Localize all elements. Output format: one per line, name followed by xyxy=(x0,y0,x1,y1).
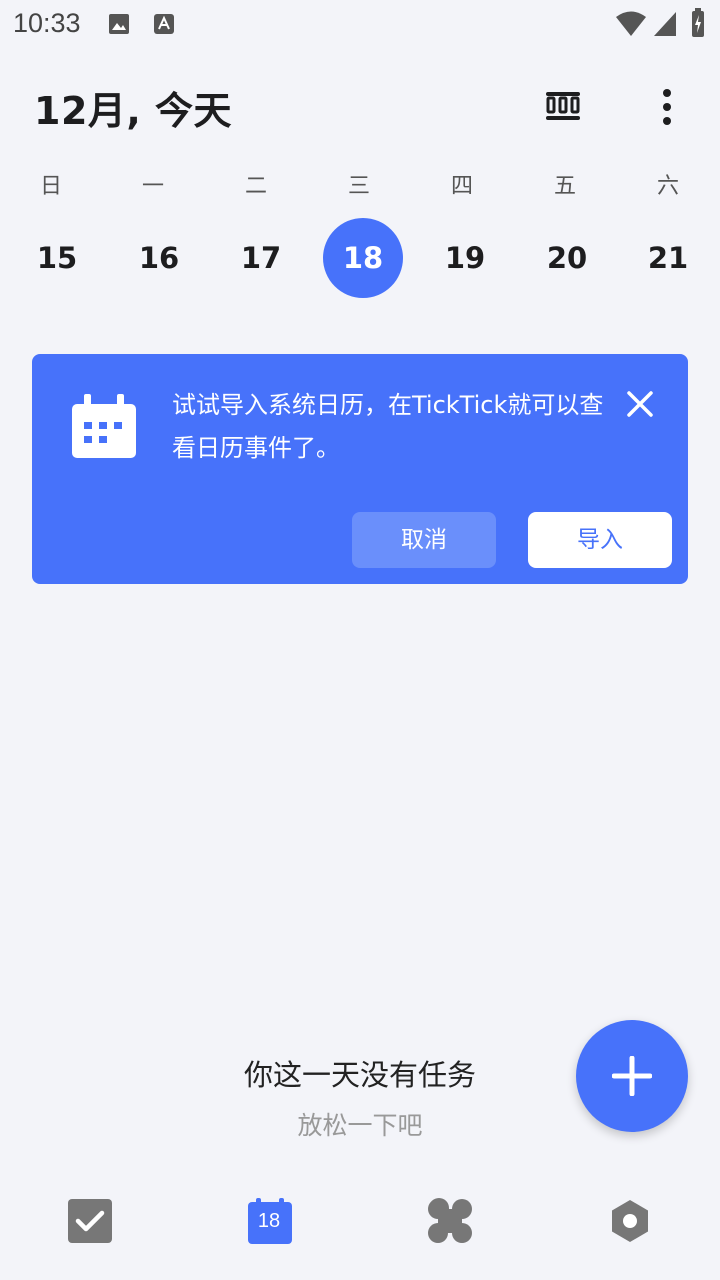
weekday-label: 二 xyxy=(244,174,267,199)
page-title: 12月, 今天 xyxy=(34,89,233,133)
hexagon-settings-icon xyxy=(612,1200,648,1242)
more-vertical-icon xyxy=(663,89,671,125)
date-cell[interactable]: 20 xyxy=(527,218,607,298)
status-time: 10:33 xyxy=(13,8,81,38)
accessibility-notification-icon xyxy=(154,14,174,34)
date-cell[interactable]: 16 xyxy=(119,218,199,298)
banner-message: 试试导入系统日历，在TickTick就可以查看日历事件了。 xyxy=(172,391,604,462)
weekday-label: 日 xyxy=(39,174,62,199)
date-cell[interactable]: 19 xyxy=(425,218,505,298)
close-icon xyxy=(627,391,653,417)
calendar-icon xyxy=(72,394,136,458)
date-cell-selected[interactable]: 18 xyxy=(323,218,403,298)
add-task-button[interactable] xyxy=(576,1020,688,1132)
image-notification-icon xyxy=(109,14,129,34)
nav-tasks-tab[interactable] xyxy=(67,1198,113,1244)
checkbox-icon xyxy=(68,1199,112,1243)
nav-calendar-tab[interactable]: 18 xyxy=(247,1198,293,1244)
banner-close-button[interactable] xyxy=(620,384,660,424)
weekday-row: 日 一 二 三 四 五 六 xyxy=(0,168,720,208)
weekday-label: 六 xyxy=(656,174,679,199)
calendar-tab-day: 18 xyxy=(257,1210,281,1232)
calendar-view-button[interactable] xyxy=(536,80,590,134)
more-options-button[interactable] xyxy=(640,80,694,134)
status-bar: 10:33 xyxy=(0,0,720,50)
date-cell[interactable]: 17 xyxy=(221,218,301,298)
wifi-icon xyxy=(616,11,646,36)
weekday-label: 一 xyxy=(141,174,164,199)
plus-icon xyxy=(612,1056,652,1096)
weekday-label: 五 xyxy=(553,174,576,199)
date-cell[interactable]: 15 xyxy=(17,218,97,298)
weekday-label: 三 xyxy=(347,174,370,199)
nav-settings-tab[interactable] xyxy=(607,1198,653,1244)
import-calendar-banner: 试试导入系统日历，在TickTick就可以查看日历事件了。 取消 导入 xyxy=(32,354,688,584)
calendar-view-icon xyxy=(546,92,580,120)
cellular-signal-icon xyxy=(654,12,676,36)
weekday-label: 四 xyxy=(450,174,473,199)
import-button[interactable]: 导入 xyxy=(528,512,672,568)
date-row: 15 16 17 18 19 20 21 xyxy=(0,218,720,300)
date-cell[interactable]: 21 xyxy=(628,218,708,298)
four-leaf-icon xyxy=(428,1198,472,1243)
cancel-button[interactable]: 取消 xyxy=(352,512,496,568)
nav-matrix-tab[interactable] xyxy=(427,1198,473,1244)
bottom-navigation: 18 xyxy=(0,1180,720,1280)
battery-charging-icon xyxy=(692,8,704,37)
